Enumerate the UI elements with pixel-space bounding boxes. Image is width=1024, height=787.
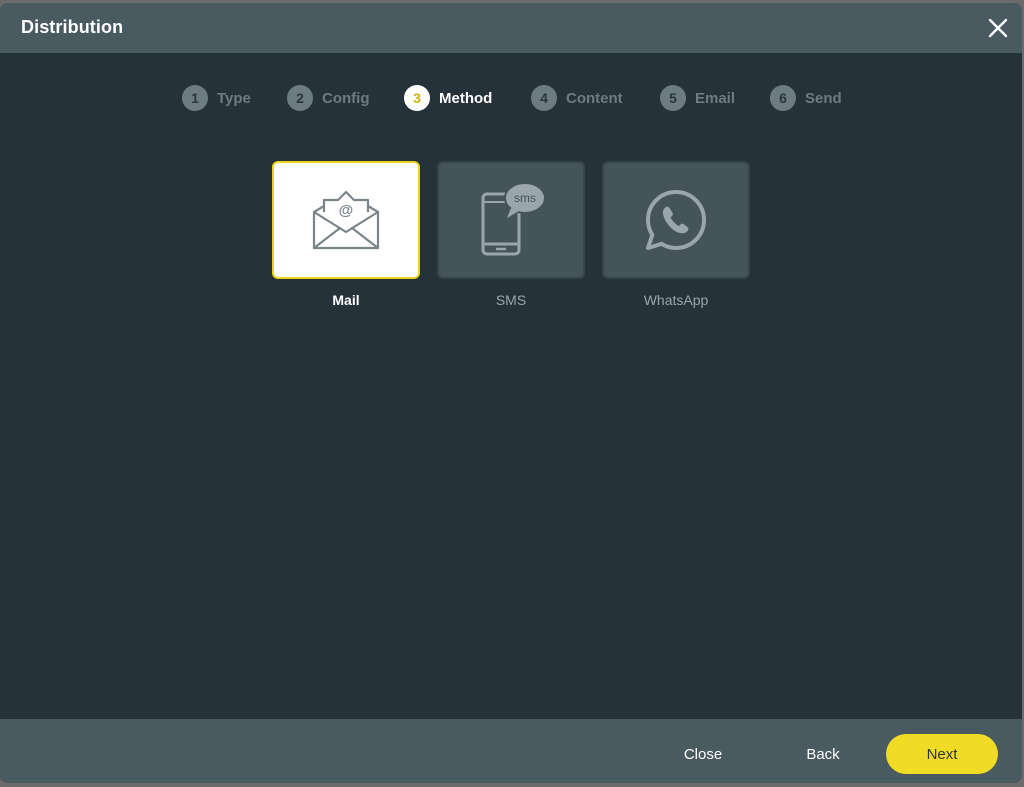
step-email[interactable]: 5 Email [660, 84, 735, 112]
step-config[interactable]: 2 Config [287, 84, 369, 112]
step-number: 2 [287, 85, 313, 111]
method-mail[interactable]: @ Mail [272, 161, 420, 308]
step-label: Email [695, 89, 736, 107]
sms-phone-icon: sms [481, 182, 546, 256]
distribution-modal: Distribution 1 Type 2 Config 3 Method 4 … [0, 3, 1022, 783]
method-whatsapp[interactable]: WhatsApp [602, 161, 750, 308]
next-button[interactable]: Next [886, 734, 998, 774]
method-card[interactable] [602, 161, 750, 279]
sms-badge-text: sms [514, 191, 536, 205]
back-button[interactable]: Back [780, 734, 866, 774]
wizard-stepper: 1 Type 2 Config 3 Method 4 Content 5 Ema… [0, 84, 1022, 114]
step-label: Content [566, 89, 623, 107]
method-sms[interactable]: sms SMS [437, 161, 585, 308]
step-content[interactable]: 4 Content [531, 84, 623, 112]
method-card[interactable]: sms [437, 161, 585, 279]
step-number: 6 [770, 85, 796, 111]
method-label: Mail [332, 292, 360, 308]
svg-text:@: @ [339, 202, 354, 219]
step-label: Config [322, 89, 370, 107]
step-number: 1 [182, 85, 208, 111]
step-number: 3 [404, 85, 430, 111]
step-label: Method [439, 89, 493, 107]
modal-header: Distribution [0, 3, 1022, 53]
method-label: WhatsApp [643, 292, 709, 308]
step-number: 4 [531, 85, 557, 111]
step-number: 5 [660, 85, 686, 111]
step-label: Type [217, 89, 251, 107]
close-icon[interactable] [988, 18, 1008, 38]
whatsapp-icon [646, 190, 706, 250]
method-label: SMS [495, 292, 527, 308]
method-card[interactable]: @ [272, 161, 420, 279]
modal-title: Distribution [21, 17, 124, 37]
step-method[interactable]: 3 Method [404, 84, 492, 112]
modal-footer: Close Back Next [0, 719, 1022, 783]
step-label: Send [805, 89, 842, 107]
step-send[interactable]: 6 Send [770, 84, 842, 112]
mail-envelope-icon: @ [312, 190, 380, 250]
step-type[interactable]: 1 Type [182, 84, 251, 112]
close-button[interactable]: Close [660, 734, 746, 774]
